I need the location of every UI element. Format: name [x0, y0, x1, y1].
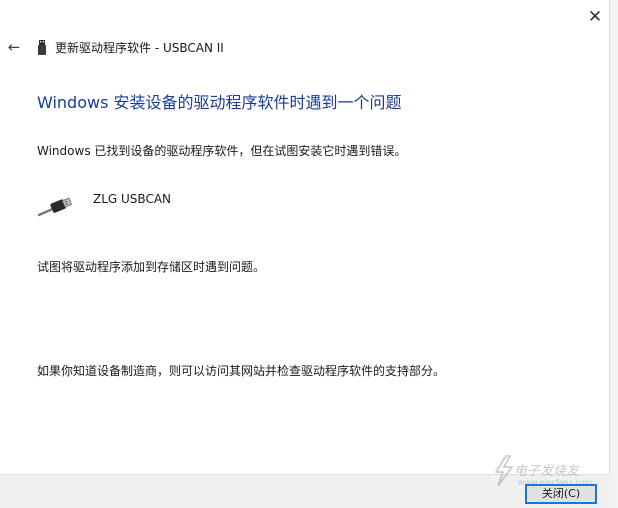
close-button[interactable]: 关闭(C)	[525, 484, 597, 504]
usb-cable-icon	[37, 197, 73, 217]
update-driver-dialog: ✕ ← 更新驱动程序软件 - USBCAN II Windows 安装设备的驱动…	[0, 0, 618, 508]
dialog-title: 更新驱动程序软件 - USBCAN II	[55, 41, 224, 55]
window-edge	[609, 0, 618, 508]
error-detail-message: 试图将驱动程序添加到存储区时遇到问题。	[37, 260, 266, 274]
device-name: ZLG USBCAN	[93, 192, 172, 206]
usb-device-icon	[38, 40, 46, 55]
back-arrow-icon[interactable]: ←	[6, 37, 22, 57]
close-icon[interactable]: ✕	[584, 6, 606, 28]
help-message: 如果你知道设备制造商，则可以访问其网站并检查驱动程序软件的支持部分。	[37, 364, 446, 378]
found-driver-message: Windows 已找到设备的驱动程序软件，但在试图安装它时遇到错误。	[37, 144, 407, 158]
dialog-titlebar: ← 更新驱动程序软件 - USBCAN II	[0, 36, 560, 60]
page-heading: Windows 安装设备的驱动程序软件时遇到一个问题	[37, 93, 402, 112]
watermark-text: 电子发烧友	[514, 464, 580, 479]
